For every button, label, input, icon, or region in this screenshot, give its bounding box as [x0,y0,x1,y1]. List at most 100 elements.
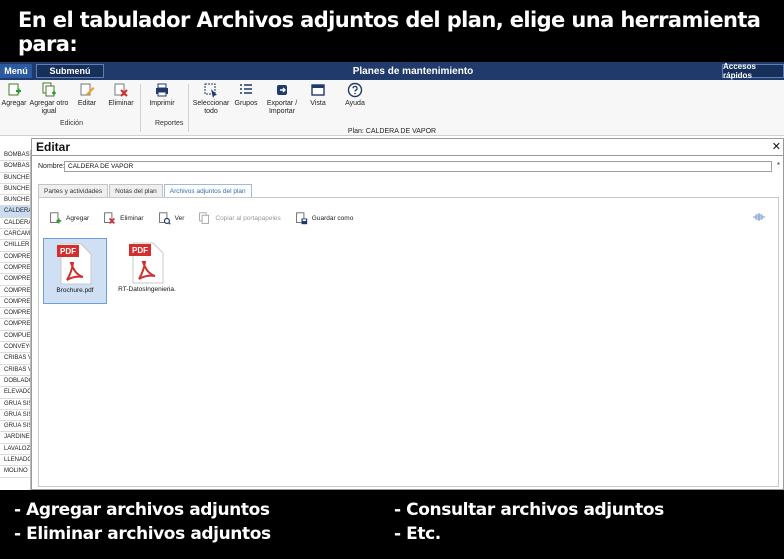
list-item[interactable]: BOMBAS [0,161,30,173]
list-item[interactable]: GRUA SIS [0,410,30,422]
list-item[interactable]: MOLINO [0,466,30,478]
save-as-button[interactable]: Guardar como [295,211,354,225]
list-item[interactable]: BUNCHER [0,195,30,207]
required-mark: * [776,161,780,170]
list-item[interactable]: COMPRES [0,252,30,263]
list-item[interactable]: CARCAMO [0,229,30,241]
add-label: Agregar [1,100,27,107]
list-item[interactable]: GRUA SIS [0,421,30,433]
list-icon [240,84,252,94]
list-item[interactable]: COMPRES [0,263,30,275]
delete-icon [114,83,128,97]
list-item[interactable]: BUNCHER [0,184,30,196]
list-item[interactable]: CHILLER [0,240,30,252]
attachment-item[interactable]: PDF Brochure.pdf [43,238,107,304]
divider [32,155,784,156]
add-copy-button[interactable]: Agregar otro igual [28,82,70,116]
help-button[interactable]: Ayuda [343,82,367,108]
copy-to-clipboard-button[interactable]: Copiar al portapapeles [198,211,281,225]
attachment-name: Brochure.pdf [56,287,94,294]
copy-to-clipboard-label: Copiar al portapapeles [215,214,281,222]
list-item[interactable]: JARDINES [0,432,30,444]
tab-strip: Partes y actividades Notas del plan Arch… [38,184,253,198]
application-window: Menú Submenú Planes de mantenimiento Acc… [0,62,784,490]
group-label-edicion: Edición [60,120,83,127]
list-item[interactable]: BUNCHER [0,173,30,184]
list-item[interactable]: COMPRES [0,286,30,297]
export-import-button[interactable]: Exportar / Importar [264,82,300,116]
print-button[interactable]: Imprimir [146,82,178,108]
bullet-delete: - Eliminar archivos adjuntos [14,524,271,544]
view-label: Vista [310,100,326,107]
list-item[interactable]: CONVEYO [0,342,30,354]
help-icon [347,82,363,98]
attachment-item[interactable]: PDF RT-DatosIngenieria. [115,238,179,304]
list-item[interactable]: DOBLADO [0,376,30,388]
add-copy-icon [42,82,56,97]
tab-plan-attachments[interactable]: Archivos adjuntos del plan [163,184,252,198]
plan-caption: Plan: CALDERA DE VAPOR [347,128,437,135]
list-item[interactable]: COMPRES [0,274,30,286]
pdf-file-icon: PDF [129,242,164,284]
edit-button[interactable]: Editar [74,82,100,108]
help-label: Ayuda [345,100,365,107]
print-label: Imprimir [149,100,175,107]
bullet-add: - Agregar archivos adjuntos [14,500,270,520]
list-item[interactable]: ELEVADO [0,387,30,399]
select-all-button[interactable]: Seleccionar todo [192,82,230,116]
delete-attachment-label: Eliminar [120,214,144,222]
delete-icon [104,211,116,224]
list-item[interactable]: COMPRES [0,297,30,309]
menu-button[interactable]: Menú [0,64,32,78]
quick-access-button[interactable]: Accesos rápidos [722,62,784,80]
copy-icon [199,211,210,224]
plans-list: BOMBASBOMBASBUNCHERBUNCHERBUNCHERCALDERA… [0,150,31,490]
list-item[interactable]: COMPRES [0,319,30,331]
view-attachment-label: Ver [174,214,185,222]
list-item[interactable]: COMPRES [0,308,30,320]
name-label: Nombre: [38,163,65,170]
bullet-list-right: - Consultar archivos adjuntos - Etc. [394,498,664,546]
ribbon-separator [140,84,141,132]
dialog-title: Editar [36,140,71,154]
list-item[interactable]: CRIBAS V [0,353,30,365]
list-item[interactable]: BOMBAS [0,150,30,162]
view-attachment-button[interactable]: Ver [158,211,185,225]
edit-label: Editar [77,100,97,107]
list-item[interactable]: GRUA SIS [0,399,30,410]
list-item[interactable]: CALDERA [0,206,30,218]
bullet-list-left: - Agregar archivos adjuntos - Eliminar a… [14,498,271,546]
view-button[interactable]: Vista [306,82,330,108]
tab-plan-notes[interactable]: Notas del plan [109,184,163,198]
name-field[interactable]: CALDERA DE VAPOR [64,161,772,172]
add-button[interactable]: Agregar [2,82,26,108]
delete-button[interactable]: Eliminar [106,82,136,108]
list-item[interactable]: LLENADO [0,455,30,467]
close-icon[interactable]: ✕ [772,140,781,153]
bullet-etc: - Etc. [394,524,441,544]
list-item[interactable]: CRIBAS V [0,365,30,376]
pdf-badge: PDF [132,246,148,255]
instruction-banner: En el tabulador Archivos adjuntos del pl… [0,0,784,62]
pin-icon[interactable] [752,212,766,222]
view-document-icon [158,211,171,225]
add-attachment-label: Agregar [66,214,90,222]
add-attachment-button[interactable]: Agregar [49,211,90,225]
attachments-list: PDF Brochure.pdf PDF RT-DatosIngenieria. [43,238,187,304]
attachment-name: RT-DatosIngenieria. [118,286,176,293]
list-item[interactable]: CALDERA [0,218,30,230]
list-item[interactable]: COMPUER [0,331,30,343]
groups-button[interactable]: Grupos [233,82,259,108]
menu-bar: Menú Submenú Planes de mantenimiento Acc… [0,62,784,80]
list-item[interactable]: LAVALOZ [0,444,30,456]
delete-attachment-button[interactable]: Eliminar [103,211,144,225]
tab-parts-activities[interactable]: Partes y actividades [38,184,109,198]
delete-label: Eliminar [108,100,134,107]
attachments-toolbar: Agregar Eliminar Ver Copiar al portapape… [49,210,367,226]
export-icon [277,85,287,95]
select-all-icon [204,83,217,98]
save-as-label: Guardar como [311,214,354,222]
select-all-label: Seleccionar todo [192,100,230,115]
submenu-button[interactable]: Submenú [36,64,104,78]
pdf-file-icon: PDF [57,243,92,285]
